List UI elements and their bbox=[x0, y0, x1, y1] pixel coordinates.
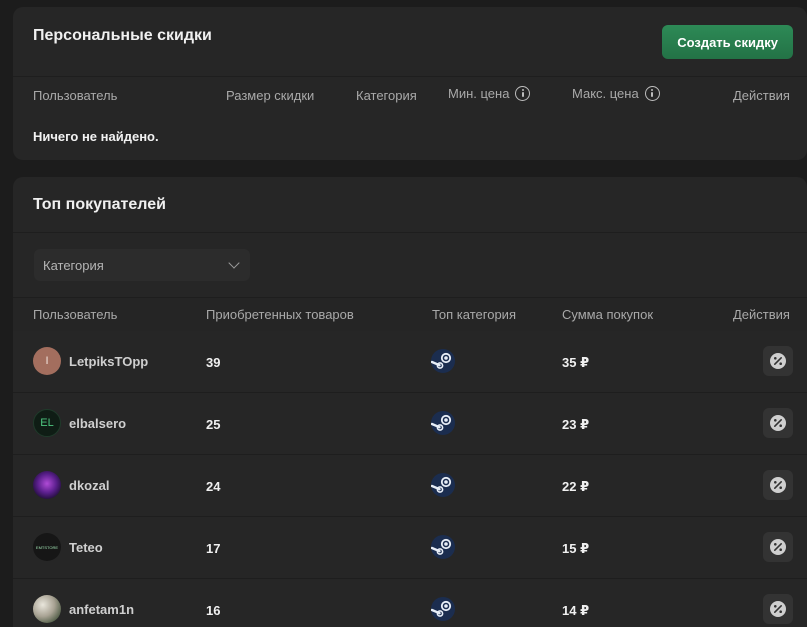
column-min-price: Мин. цена bbox=[448, 86, 531, 101]
table-row: dkozal 24 22 ₽ bbox=[13, 455, 807, 517]
purchase-total: 14 ₽ bbox=[562, 603, 590, 618]
discount-icon bbox=[770, 601, 786, 617]
chevron-down-icon bbox=[228, 257, 240, 269]
steam-icon bbox=[431, 411, 455, 435]
top-buyers-title: Топ покупателей bbox=[33, 196, 166, 213]
divider bbox=[13, 232, 807, 233]
personal-discounts-card: Персональные скидки Создать скидку Польз… bbox=[13, 7, 807, 160]
avatar bbox=[33, 471, 61, 499]
user-cell[interactable]: anfetam1n bbox=[33, 595, 134, 623]
column-max-price-label: Макс. цена bbox=[572, 86, 639, 101]
avatar: EMTSTORE bbox=[33, 533, 61, 561]
user-cell[interactable]: dkozal bbox=[33, 471, 109, 499]
empty-state-text: Ничего не найдено. bbox=[33, 129, 159, 144]
column-user: Пользователь bbox=[33, 307, 118, 322]
column-purchased: Приобретенных товаров bbox=[206, 307, 354, 322]
column-total: Сумма покупок bbox=[562, 307, 654, 322]
column-discount-size: Размер скидки bbox=[226, 88, 315, 103]
username: anfetam1n bbox=[69, 601, 135, 617]
steam-icon bbox=[431, 535, 455, 559]
discount-icon bbox=[770, 415, 786, 431]
table-row: EL elbalsero 25 23 ₽ bbox=[13, 393, 807, 455]
purchase-total: 35 ₽ bbox=[562, 355, 590, 370]
purchased-count: 17 bbox=[206, 541, 221, 556]
info-icon[interactable] bbox=[515, 86, 531, 101]
user-cell[interactable]: EL elbalsero bbox=[33, 409, 126, 437]
column-actions: Действия bbox=[733, 88, 790, 103]
purchased-count: 16 bbox=[206, 603, 221, 618]
steam-icon bbox=[431, 349, 455, 373]
avatar: I bbox=[33, 347, 61, 375]
table-row: anfetam1n 16 14 ₽ bbox=[13, 579, 807, 627]
purchased-count: 25 bbox=[206, 417, 221, 432]
divider bbox=[13, 76, 807, 77]
personal-discounts-title: Персональные скидки bbox=[33, 27, 212, 44]
discount-icon bbox=[770, 477, 786, 493]
buyers-table-header: Пользователь Приобретенных товаров Топ к… bbox=[13, 298, 807, 331]
discount-action-button[interactable] bbox=[763, 346, 793, 376]
column-min-price-label: Мин. цена bbox=[448, 86, 510, 101]
username: Teteo bbox=[69, 539, 103, 555]
column-max-price: Макс. цена bbox=[572, 86, 660, 101]
discount-icon bbox=[770, 539, 786, 555]
purchased-count: 39 bbox=[206, 355, 221, 370]
discount-action-button[interactable] bbox=[763, 470, 793, 500]
avatar bbox=[33, 595, 61, 623]
purchased-count: 24 bbox=[206, 479, 221, 494]
user-cell[interactable]: EMTSTORE Teteo bbox=[33, 533, 103, 561]
avatar: EL bbox=[33, 409, 61, 437]
column-top-category: Топ категория bbox=[432, 307, 516, 322]
purchase-total: 22 ₽ bbox=[562, 479, 590, 494]
username: dkozal bbox=[69, 477, 110, 493]
purchase-total: 23 ₽ bbox=[562, 417, 590, 432]
discount-icon bbox=[770, 353, 786, 369]
table-row: I LetpiksTOpp 39 35 ₽ bbox=[13, 331, 807, 393]
category-select-value: Категория bbox=[43, 257, 104, 273]
steam-icon bbox=[431, 597, 455, 621]
create-discount-button[interactable]: Создать скидку bbox=[662, 25, 793, 59]
discount-action-button[interactable] bbox=[763, 532, 793, 562]
column-category: Категория bbox=[356, 88, 417, 103]
column-user: Пользователь bbox=[33, 88, 118, 103]
purchase-total: 15 ₽ bbox=[562, 541, 590, 556]
discount-action-button[interactable] bbox=[763, 408, 793, 438]
top-buyers-card: Топ покупателей Категория Пользователь П… bbox=[13, 177, 807, 627]
info-icon[interactable] bbox=[644, 86, 660, 101]
category-select[interactable]: Категория bbox=[34, 249, 250, 281]
table-row: EMTSTORE Teteo 17 15 ₽ bbox=[13, 517, 807, 579]
column-actions: Действия bbox=[733, 307, 790, 322]
discount-action-button[interactable] bbox=[763, 594, 793, 624]
username: LetpiksTOpp bbox=[69, 353, 149, 369]
user-cell[interactable]: I LetpiksTOpp bbox=[33, 347, 148, 375]
username: elbalsero bbox=[69, 415, 127, 431]
steam-icon bbox=[431, 473, 455, 497]
